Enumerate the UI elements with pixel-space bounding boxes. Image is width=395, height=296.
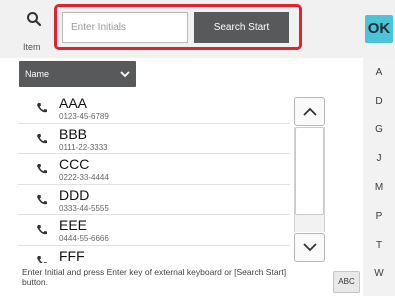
- alpha-index-letter[interactable]: P: [363, 211, 395, 222]
- scroll-down-button[interactable]: [294, 233, 325, 262]
- list-item[interactable]: EEE 0444-55-6666: [18, 215, 290, 246]
- phone-icon: [36, 223, 48, 241]
- alpha-index-letter[interactable]: J: [363, 153, 395, 164]
- list-item[interactable]: AAA 0123-45-6789: [18, 93, 290, 124]
- address-list: AAA 0123-45-6789 BBB 0111-22-3333 CCC 02…: [18, 93, 290, 263]
- alphabet-index: A D G J M P T W: [363, 58, 395, 296]
- sort-dropdown-label: Name: [25, 69, 50, 79]
- entry-name: AAA: [59, 95, 88, 111]
- phone-icon: [36, 162, 48, 180]
- chevron-up-icon: [302, 103, 317, 121]
- abc-button[interactable]: ABC: [333, 271, 360, 293]
- phone-icon: [36, 101, 48, 119]
- list-item[interactable]: FFF 0555-66-7777: [18, 246, 290, 264]
- chevron-down-icon: [120, 61, 130, 87]
- phone-icon: [36, 254, 48, 263]
- entry-name: EEE: [59, 217, 88, 233]
- search-icon[interactable]: [26, 11, 48, 27]
- entry-number: 0333-44-5555: [59, 203, 109, 213]
- phone-icon: [36, 132, 48, 150]
- ok-button[interactable]: OK: [365, 15, 393, 43]
- scrollbar-track[interactable]: [294, 127, 325, 232]
- entry-name: CCC: [59, 156, 90, 172]
- sort-dropdown[interactable]: Name: [19, 61, 136, 87]
- alpha-index-letter[interactable]: T: [363, 240, 395, 251]
- entry-number: 0444-55-6666: [59, 234, 109, 243]
- list-item[interactable]: DDD 0333-44-5555: [18, 185, 290, 215]
- initials-input[interactable]: [62, 12, 188, 43]
- list-item[interactable]: BBB 0111-22-3333: [18, 124, 290, 154]
- scrollbar-thumb[interactable]: [295, 127, 324, 215]
- alpha-index-letter[interactable]: G: [363, 124, 395, 135]
- alpha-index-letter[interactable]: D: [363, 96, 395, 107]
- phone-icon: [36, 193, 48, 211]
- list-item[interactable]: CCC 0222-33-4444: [18, 154, 290, 185]
- entry-number: 0123-45-6789: [59, 112, 109, 121]
- scroll-up-button[interactable]: [294, 97, 325, 126]
- search-start-button[interactable]: Search Start: [194, 12, 289, 43]
- entry-number: 0222-33-4444: [59, 173, 109, 182]
- entry-name: DDD: [59, 186, 90, 203]
- entry-name: FFF: [59, 247, 85, 264]
- alpha-index-letter[interactable]: W: [363, 268, 395, 279]
- entry-number: 0111-22-3333: [59, 142, 108, 152]
- chevron-down-icon: [302, 239, 317, 257]
- alpha-index-letter[interactable]: M: [363, 182, 395, 193]
- item-label: Item: [23, 42, 41, 52]
- hint-text: Enter Initial and press Enter key of ext…: [22, 267, 287, 287]
- alpha-index-letter[interactable]: A: [363, 67, 395, 78]
- entry-name: BBB: [59, 125, 88, 142]
